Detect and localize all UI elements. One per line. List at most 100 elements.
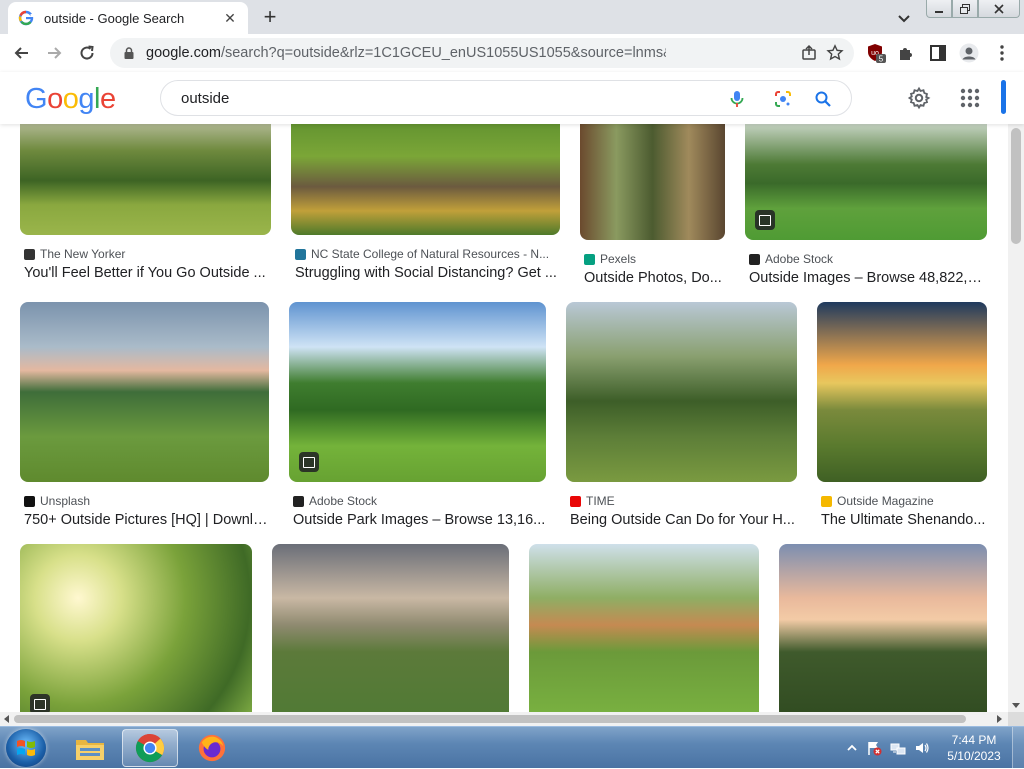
result-title[interactable]: Outside Images – Browse 48,822,8... — [749, 270, 987, 286]
restore-icon — [960, 3, 970, 14]
result-source[interactable]: Adobe Stock — [749, 252, 987, 266]
share-icon[interactable] — [800, 44, 818, 62]
back-button[interactable] — [11, 42, 33, 64]
chrome-menu-button[interactable] — [992, 43, 1012, 63]
forward-button[interactable] — [43, 42, 65, 64]
tab-search-chevron-icon[interactable] — [894, 8, 914, 28]
google-logo-letter: g — [78, 83, 94, 115]
result-source[interactable]: Unsplash — [24, 494, 269, 508]
system-clock[interactable]: 7:44 PM 5/10/2023 — [942, 732, 1006, 764]
search-query-text[interactable]: outside — [181, 90, 229, 107]
taskbar-firefox[interactable] — [184, 729, 240, 767]
new-tab-button[interactable]: + — [258, 6, 282, 30]
result-source[interactable]: Adobe Stock — [293, 494, 546, 508]
image-result-thumbnail[interactable] — [291, 124, 560, 235]
windows-taskbar: 7:44 PM 5/10/2023 — [0, 726, 1024, 769]
side-panel-button[interactable] — [928, 43, 948, 63]
image-result-thumbnail[interactable] — [779, 544, 987, 712]
vertical-scrollbar[interactable] — [1008, 124, 1024, 712]
image-result-thumbnail[interactable] — [580, 124, 725, 240]
address-bar[interactable]: google.com/search?q=outside&rlz=1C1GCEU_… — [110, 38, 854, 68]
lock-icon[interactable] — [122, 46, 136, 60]
result-source-name: Outside Magazine — [837, 494, 934, 508]
network-icon[interactable] — [890, 740, 906, 756]
clock-time: 7:44 PM — [951, 733, 997, 747]
result-source-name: The New Yorker — [40, 247, 126, 261]
result-source[interactable]: Outside Magazine — [821, 494, 987, 508]
result-title[interactable]: Being Outside Can Do for Your H... — [570, 512, 797, 528]
image-result-thumbnail[interactable] — [20, 302, 269, 482]
reload-button[interactable] — [76, 42, 98, 64]
show-hidden-icons-chevron-icon[interactable] — [844, 740, 860, 756]
image-result-thumbnail[interactable] — [20, 124, 271, 235]
horizontal-scrollbar[interactable] — [0, 712, 1008, 726]
image-result-thumbnail[interactable] — [566, 302, 797, 482]
windows-logo-icon — [17, 740, 35, 756]
google-lens-icon[interactable] — [773, 89, 793, 109]
firefox-icon — [198, 734, 226, 762]
scroll-down-arrow-icon[interactable] — [1012, 703, 1020, 708]
horizontal-scroll-thumb[interactable] — [14, 715, 966, 723]
window-minimize-button[interactable] — [926, 0, 952, 18]
vertical-scroll-thumb[interactable] — [1011, 128, 1021, 244]
image-result-thumbnail[interactable] — [289, 302, 546, 482]
result-source[interactable]: Pexels — [584, 252, 725, 266]
scrollbar-corner — [1008, 712, 1024, 726]
result-title[interactable]: Outside Park Images – Browse 13,16... — [293, 512, 546, 528]
extensions-button[interactable] — [896, 43, 916, 63]
start-button[interactable] — [6, 729, 46, 767]
google-apps-grid-icon[interactable] — [958, 86, 982, 110]
image-badge-icon — [755, 210, 775, 230]
microphone-icon[interactable] — [727, 89, 747, 109]
adobe-stock-icon — [293, 495, 304, 507]
result-source[interactable]: NC State College of Natural Resources - … — [295, 247, 560, 261]
taskbar-file-explorer[interactable] — [62, 729, 118, 767]
google-logo[interactable]: Google — [25, 83, 116, 116]
url-path: /search?q=outside&rlz=1C1GCEU_enUS1055US… — [220, 45, 666, 61]
bookmark-star-icon[interactable] — [826, 44, 844, 62]
minimize-icon — [935, 10, 943, 13]
image-result-thumbnail[interactable] — [272, 544, 509, 712]
kebab-menu-icon — [1000, 45, 1004, 61]
result-title[interactable]: The Ultimate Shenando... — [821, 512, 987, 528]
image-result-thumbnail[interactable] — [20, 544, 252, 712]
browser-toolbar: google.com/search?q=outside&rlz=1C1GCEU_… — [0, 34, 1024, 72]
image-badge-icon — [299, 452, 319, 472]
result-source-name: Unsplash — [40, 494, 91, 508]
ublock-extension-button[interactable]: uo 5 — [866, 43, 886, 64]
profile-button[interactable] — [959, 43, 979, 63]
result-source[interactable]: TIME — [570, 494, 797, 508]
image-result-thumbnail[interactable] — [817, 302, 987, 482]
avatar-icon — [959, 43, 979, 63]
image-result-thumbnail[interactable] — [529, 544, 759, 712]
image-badge-icon — [30, 694, 50, 712]
window-close-button[interactable] — [978, 0, 1020, 18]
taskbar-chrome[interactable] — [122, 729, 178, 767]
url-host: google.com — [146, 45, 221, 61]
google-favicon-icon — [18, 10, 34, 26]
google-logo-letter: G — [25, 83, 48, 115]
action-center-flag-icon[interactable] — [866, 740, 882, 756]
reload-icon — [80, 45, 94, 60]
result-title[interactable]: 750+ Outside Pictures [HQ] | Downlo... — [24, 512, 269, 528]
scroll-left-arrow-icon[interactable] — [4, 715, 9, 723]
browser-tab[interactable]: outside - Google Search ✕ — [8, 2, 248, 34]
puzzle-icon — [900, 48, 912, 60]
scroll-right-arrow-icon[interactable] — [997, 715, 1002, 723]
search-icon[interactable] — [813, 89, 833, 109]
window-restore-button[interactable] — [952, 0, 978, 18]
search-box[interactable]: outside — [160, 80, 852, 116]
settings-gear-icon[interactable] — [907, 86, 931, 110]
google-logo-letter: o — [62, 83, 79, 115]
result-title[interactable]: You'll Feel Better if You Go Outside ... — [24, 265, 271, 281]
url-text: google.com/search?q=outside&rlz=1C1GCEU_… — [146, 45, 666, 61]
show-desktop-button[interactable] — [1012, 727, 1024, 769]
result-title[interactable]: Outside Photos, Do... — [584, 270, 725, 286]
account-sign-in-edge[interactable] — [1001, 80, 1006, 114]
volume-speaker-icon[interactable] — [914, 740, 930, 756]
tab-close-icon[interactable]: ✕ — [222, 10, 238, 27]
result-title[interactable]: Struggling with Social Distancing? Get .… — [295, 265, 560, 281]
image-result-thumbnail[interactable] — [745, 124, 987, 240]
outside-magazine-icon — [821, 495, 832, 507]
result-source[interactable]: The New Yorker — [24, 247, 271, 261]
